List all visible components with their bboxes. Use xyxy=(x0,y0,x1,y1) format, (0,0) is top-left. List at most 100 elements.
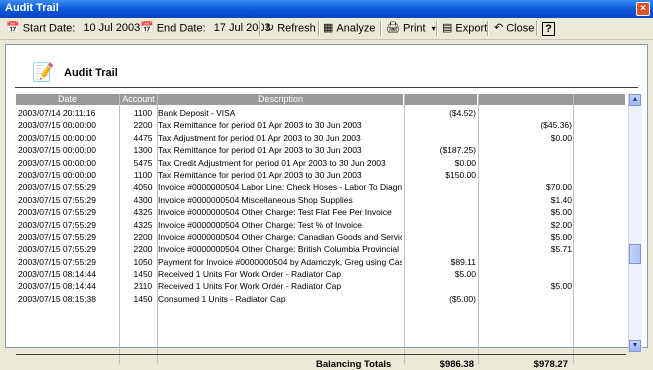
table-row[interactable]: 2003/07/15 08:14:44 1450 Received 1 Units … xyxy=(16,268,626,280)
report-panel: 📝 Audit Trail Date Account Description 2… xyxy=(5,44,648,370)
row-date: 2003/07/15 07:55:29 xyxy=(18,244,96,255)
undo-arrow-icon: ↶ xyxy=(494,22,504,34)
table-row[interactable]: 2003/07/15 07:55:29 4325 Invoice #00000005… xyxy=(16,219,626,231)
row-description: Payment for Invoice #0000000504 by Adamc… xyxy=(158,256,402,267)
column-header-amount-1 xyxy=(404,94,478,105)
row-description: Tax Remittance for period 01 Apr 2003 to… xyxy=(158,169,362,180)
table-row[interactable]: 2003/07/15 07:55:29 1050 Payment for Invoi… xyxy=(16,256,626,268)
row-amount-1: $5.00 xyxy=(454,269,476,280)
printer-icon: 🖨 xyxy=(386,22,400,34)
totals-amount-2: $978.27 xyxy=(533,359,568,370)
window-titlebar: Audit Trail × xyxy=(0,0,653,18)
row-amount-2: $5.00 xyxy=(550,281,572,292)
row-amount-1: ($187.25) xyxy=(439,145,476,156)
scroll-down-icon[interactable]: ▼ xyxy=(629,340,641,352)
row-date: 2003/07/15 08:14:44 xyxy=(18,269,96,280)
row-amount-2: $5.71 xyxy=(550,244,572,255)
analyze-button[interactable]: ▦ Analyze xyxy=(323,21,376,36)
close-button[interactable]: ↶ Close xyxy=(494,21,534,36)
toolbar-separator xyxy=(536,21,538,36)
row-date: 2003/07/15 07:55:29 xyxy=(18,194,96,205)
row-amount-2: $0.00 xyxy=(550,132,572,143)
notepad-icon: 📝 xyxy=(32,62,55,82)
header-rule xyxy=(15,87,638,88)
row-amount-2: $1.40 xyxy=(550,194,572,205)
row-amount-2: $5.00 xyxy=(550,231,572,242)
row-description: Invoice #0000000504 Labor Line: Check Ho… xyxy=(158,182,402,193)
column-header-description: Description xyxy=(158,94,404,105)
row-amount-2: $5.00 xyxy=(550,207,572,218)
column-header-account: Account xyxy=(120,94,158,105)
refresh-label: Refresh xyxy=(277,22,316,35)
row-description: Tax Remittance for period 01 Apr 2003 to… xyxy=(158,120,362,131)
table-row[interactable]: 2003/07/15 07:55:29 2200 Invoice #00000005… xyxy=(16,231,626,243)
start-date-control[interactable]: 📅 Start Date: 10 Jul 2003 xyxy=(6,21,140,36)
row-description: Invoice #0000000504 Other Charge: Britis… xyxy=(158,244,402,255)
calendar-icon: 📅 xyxy=(6,22,20,34)
row-amount-2: $2.00 xyxy=(550,219,572,230)
row-date: 2003/07/15 07:55:29 xyxy=(18,207,96,218)
row-description: Tax Adjustment for period 01 Apr 2003 to… xyxy=(158,132,361,143)
table-row[interactable]: 2003/07/15 08:15:38 1450 Consumed 1 Units … xyxy=(16,293,626,305)
toolbar: 📅 Start Date: 10 Jul 2003 📅 End Date: 17 J… xyxy=(0,18,653,40)
row-date: 2003/07/15 00:00:00 xyxy=(18,120,96,131)
close-label: Close xyxy=(506,22,535,35)
row-description: Invoice #0000000504 Other Charge: Canadi… xyxy=(158,231,402,242)
scroll-thumb[interactable] xyxy=(629,244,641,264)
table-row[interactable]: 2003/07/15 00:00:00 5475 Tax Credit Adjust… xyxy=(16,157,626,169)
refresh-icon: ↻ xyxy=(265,22,275,34)
row-amount-1: ($5.00) xyxy=(449,293,476,304)
toolbar-separator xyxy=(318,21,320,36)
row-date: 2003/07/15 08:14:44 xyxy=(18,281,96,292)
table-row[interactable]: 2003/07/15 07:55:29 4050 Invoice #00000005… xyxy=(16,181,626,193)
window-close-button[interactable]: × xyxy=(636,2,650,16)
toolbar-separator xyxy=(259,21,261,36)
row-date: 2003/07/15 00:00:00 xyxy=(18,145,96,156)
start-date-value[interactable]: 10 Jul 2003 xyxy=(83,22,140,34)
table-row[interactable]: 2003/07/15 00:00:00 2200 Tax Remittance fo… xyxy=(16,119,626,131)
scroll-up-icon[interactable]: ▲ xyxy=(629,94,641,106)
chart-icon: ▦ xyxy=(323,22,334,34)
row-date: 2003/07/15 08:15:38 xyxy=(18,293,96,304)
toolbar-separator xyxy=(436,21,438,36)
row-description: Received 1 Units For Work Order - Radiat… xyxy=(158,269,342,280)
export-icon: ▤ xyxy=(442,22,453,34)
report-title: Audit Trail xyxy=(64,67,118,79)
row-description: Received 1 Units For Work Order - Radiat… xyxy=(158,281,342,292)
totals-rule xyxy=(16,354,626,355)
table-row[interactable]: 2003/07/15 00:00:00 1300 Tax Remittance fo… xyxy=(16,144,626,156)
export-button[interactable]: ▤ Export xyxy=(442,21,487,36)
totals-amount-1: $986.38 xyxy=(439,359,474,370)
end-date-control[interactable]: 📅 End Date: 17 Jul 2003 xyxy=(140,21,271,36)
table-row[interactable]: 2003/07/15 08:14:44 2110 Received 1 Units … xyxy=(16,280,626,292)
table-row[interactable]: 2003/07/15 07:55:29 4325 Invoice #00000005… xyxy=(16,206,626,218)
row-description: Consumed 1 Units - Radiator Cap xyxy=(158,293,286,304)
row-description: Tax Credit Adjustment for period 01 Apr … xyxy=(158,157,386,168)
print-button[interactable]: 🖨 Print ▾ xyxy=(386,21,436,36)
window-title: Audit Trail xyxy=(5,2,59,14)
table-row[interactable]: 2003/07/15 00:00:00 1100 Tax Remittance fo… xyxy=(16,169,626,181)
row-date: 2003/07/15 07:55:29 xyxy=(18,219,96,230)
end-date-value[interactable]: 17 Jul 2003 xyxy=(214,22,271,34)
report-rows: 2003/07/14 20:11:16 1100 Bank Deposit - VI… xyxy=(16,107,626,306)
row-amount-2: ($45.36) xyxy=(540,120,572,131)
table-row[interactable]: 2003/07/15 07:55:29 4300 Invoice #00000005… xyxy=(16,194,626,206)
table-row[interactable]: 2003/07/14 20:11:16 1100 Bank Deposit - VI… xyxy=(16,107,626,119)
row-amount-1: $150.00 xyxy=(445,169,476,180)
row-date: 2003/07/15 00:00:00 xyxy=(18,169,96,180)
totals-label: Balancing Totals xyxy=(316,359,392,370)
row-description: Tax Remittance for period 01 Apr 2003 to… xyxy=(158,145,362,156)
refresh-button[interactable]: ↻ Refresh xyxy=(265,21,316,36)
column-header-date: Date xyxy=(16,94,120,105)
help-button[interactable]: ? xyxy=(542,22,555,36)
report-header: 📝 Audit Trail xyxy=(6,45,647,91)
toolbar-separator xyxy=(487,21,489,36)
table-row[interactable]: 2003/07/15 07:55:29 2200 Invoice #00000005… xyxy=(16,243,626,255)
row-date: 2003/07/15 00:00:00 xyxy=(18,157,96,168)
toolbar-separator xyxy=(380,21,382,36)
vertical-scrollbar[interactable]: ▲ ▼ xyxy=(628,94,642,352)
row-date: 2003/07/15 07:55:29 xyxy=(18,256,96,267)
row-date: 2003/07/15 07:55:29 xyxy=(18,231,96,242)
row-date: 2003/07/14 20:11:16 xyxy=(18,108,96,118)
table-row[interactable]: 2003/07/15 00:00:00 4475 Tax Adjustment fo… xyxy=(16,132,626,144)
